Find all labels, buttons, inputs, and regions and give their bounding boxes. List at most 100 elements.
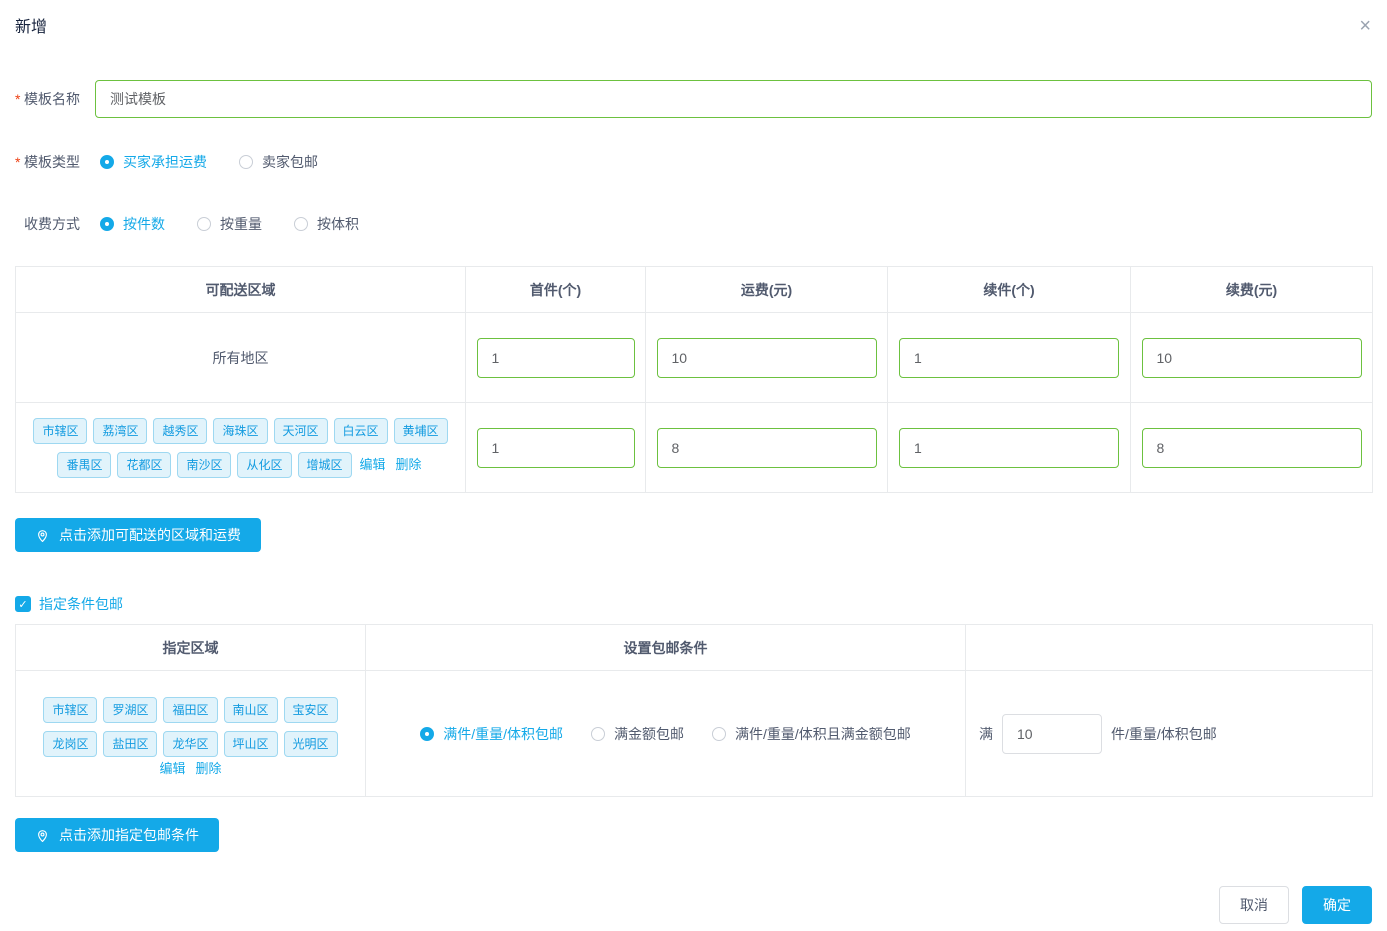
radio-icon (100, 155, 114, 169)
condition-tags-cell: 市辖区罗湖区福田区南山区宝安区龙岗区盐田区龙华区坪山区光明区编辑删除 (16, 671, 366, 797)
delete-link[interactable]: 删除 (196, 761, 222, 776)
district-tags-cell: 市辖区荔湾区越秀区海珠区天河区白云区黄埔区番禺区花都区南沙区从化区增城区编辑删除 (16, 403, 466, 493)
district-tag: 光明区 (284, 731, 338, 757)
confirm-button[interactable]: 确定 (1302, 886, 1372, 924)
radio-buyer-pays-freight[interactable]: 买家承担运费 (100, 152, 207, 172)
modal-footer: 取消 确定 (1219, 886, 1372, 924)
next-qty-input[interactable] (899, 428, 1119, 468)
condition-threshold: 满 件/重量/体积包邮 (967, 714, 1371, 754)
template-type-radio-group: 买家承担运费 卖家包邮 (95, 152, 350, 172)
first-qty-input[interactable] (477, 338, 635, 378)
district-tag: 越秀区 (153, 418, 207, 444)
district-tag: 市辖区 (43, 697, 97, 723)
charge-method-row: 收费方式 按件数 按重量 按体积 (15, 214, 1372, 234)
condition-prefix: 满 (979, 724, 993, 744)
radio-amount[interactable]: 满金额包邮 (591, 724, 684, 744)
radio-by-volume[interactable]: 按体积 (294, 214, 359, 234)
radio-seller-free-shipping[interactable]: 卖家包邮 (239, 152, 318, 172)
freight-table: 可配送区域 首件(个) 运费(元) 续件(个) 续费(元) 所有地区 市辖区荔湾… (15, 266, 1373, 493)
radio-qty-weight-volume[interactable]: 满件/重量/体积包邮 (420, 724, 563, 744)
modal-header: 新增 × (0, 0, 1387, 37)
column-header-area: 可配送区域 (16, 267, 466, 313)
add-condition-button-wrap: 点击添加指定包邮条件 (15, 818, 1372, 852)
district-tag: 天河区 (274, 418, 328, 444)
district-tag: 坪山区 (224, 731, 278, 757)
radio-icon (294, 217, 308, 231)
next-fee-input[interactable] (1142, 428, 1362, 468)
charge-method-radio-group: 按件数 按重量 按体积 (95, 214, 391, 234)
checkbox-label: 指定条件包邮 (39, 594, 123, 614)
template-name-row: *模板名称 (15, 80, 1372, 118)
free-shipping-condition-radio-group: 满件/重量/体积包邮 满金额包邮 满件/重量/体积且满金额包邮 (367, 724, 964, 744)
column-header-specified-area: 指定区域 (16, 625, 366, 671)
add-condition-button[interactable]: 点击添加指定包邮条件 (15, 818, 219, 852)
district-tag: 海珠区 (213, 418, 267, 444)
freight-input[interactable] (657, 428, 877, 468)
radio-icon (239, 155, 253, 169)
template-type-row: *模板类型 买家承担运费 卖家包邮 (15, 152, 1372, 172)
district-tag: 市辖区 (33, 418, 87, 444)
next-fee-input[interactable] (1142, 338, 1362, 378)
condition-table: 指定区域 设置包邮条件 市辖区罗湖区福田区南山区宝安区龙岗区盐田区龙华区坪山区光… (15, 624, 1373, 797)
radio-qty-and-amount[interactable]: 满件/重量/体积且满金额包邮 (712, 724, 911, 744)
radio-icon (420, 727, 434, 741)
add-area-button[interactable]: 点击添加可配送的区域和运费 (15, 518, 261, 552)
district-tag: 福田区 (163, 697, 217, 723)
radio-icon (197, 217, 211, 231)
edit-link[interactable]: 编辑 (360, 457, 386, 472)
area-cell: 所有地区 (16, 313, 466, 403)
column-header-condition-settings: 设置包邮条件 (366, 625, 966, 671)
district-tag: 从化区 (237, 452, 291, 478)
district-tag: 盐田区 (103, 731, 157, 757)
freight-input[interactable] (657, 338, 877, 378)
district-tag: 荔湾区 (93, 418, 147, 444)
district-tag: 白云区 (334, 418, 388, 444)
district-tag: 龙华区 (163, 731, 217, 757)
charge-method-label: 收费方式 (15, 214, 95, 234)
first-qty-input[interactable] (477, 428, 635, 468)
column-header-freight: 运费(元) (646, 267, 888, 313)
page-title: 新增 (15, 13, 47, 37)
radio-icon (591, 727, 605, 741)
cancel-button[interactable]: 取消 (1219, 886, 1289, 924)
condition-table-row: 市辖区罗湖区福田区南山区宝安区龙岗区盐田区龙华区坪山区光明区编辑删除 满件/重量… (16, 671, 1373, 797)
district-tag: 番禺区 (57, 452, 111, 478)
condition-table-header-row: 指定区域 设置包邮条件 (16, 625, 1373, 671)
radio-by-piece[interactable]: 按件数 (100, 214, 165, 234)
column-header-next-qty: 续件(个) (888, 267, 1131, 313)
required-asterisk: * (15, 91, 24, 107)
required-asterisk: * (15, 154, 24, 170)
radio-icon (100, 217, 114, 231)
radio-icon (712, 727, 726, 741)
condition-threshold-input[interactable] (1002, 714, 1102, 754)
edit-link[interactable]: 编辑 (159, 761, 185, 776)
template-type-label: *模板类型 (15, 152, 95, 172)
next-qty-input[interactable] (899, 338, 1119, 378)
conditional-free-shipping-checkbox-row[interactable]: ✓ 指定条件包邮 (15, 594, 1372, 614)
district-tag: 黄埔区 (394, 418, 448, 444)
condition-suffix: 件/重量/体积包邮 (1111, 724, 1217, 744)
column-header-first-qty: 首件(个) (466, 267, 646, 313)
district-tag: 宝安区 (284, 697, 338, 723)
checkbox-checked-icon[interactable]: ✓ (15, 596, 31, 612)
district-tag: 南沙区 (177, 452, 231, 478)
template-name-label: *模板名称 (15, 89, 95, 109)
location-pin-icon (35, 828, 50, 843)
district-tag: 增城区 (298, 452, 352, 478)
freight-table-header-row: 可配送区域 首件(个) 运费(元) 续件(个) 续费(元) (16, 267, 1373, 313)
area-label: 所有地区 (213, 350, 269, 366)
district-tag: 花都区 (117, 452, 171, 478)
delete-link[interactable]: 删除 (396, 457, 422, 472)
district-tag: 罗湖区 (103, 697, 157, 723)
freight-table-row-districts: 市辖区荔湾区越秀区海珠区天河区白云区黄埔区番禺区花都区南沙区从化区增城区编辑删除 (16, 403, 1373, 493)
add-area-button-wrap: 点击添加可配送的区域和运费 (15, 518, 1372, 552)
freight-table-row-all-areas: 所有地区 (16, 313, 1373, 403)
column-header-next-fee: 续费(元) (1131, 267, 1373, 313)
column-header-empty (966, 625, 1373, 671)
district-tag: 南山区 (224, 697, 278, 723)
district-tag: 龙岗区 (43, 731, 97, 757)
location-pin-icon (35, 528, 50, 543)
radio-by-weight[interactable]: 按重量 (197, 214, 262, 234)
close-icon[interactable]: × (1359, 16, 1371, 36)
template-name-input[interactable] (95, 80, 1372, 118)
